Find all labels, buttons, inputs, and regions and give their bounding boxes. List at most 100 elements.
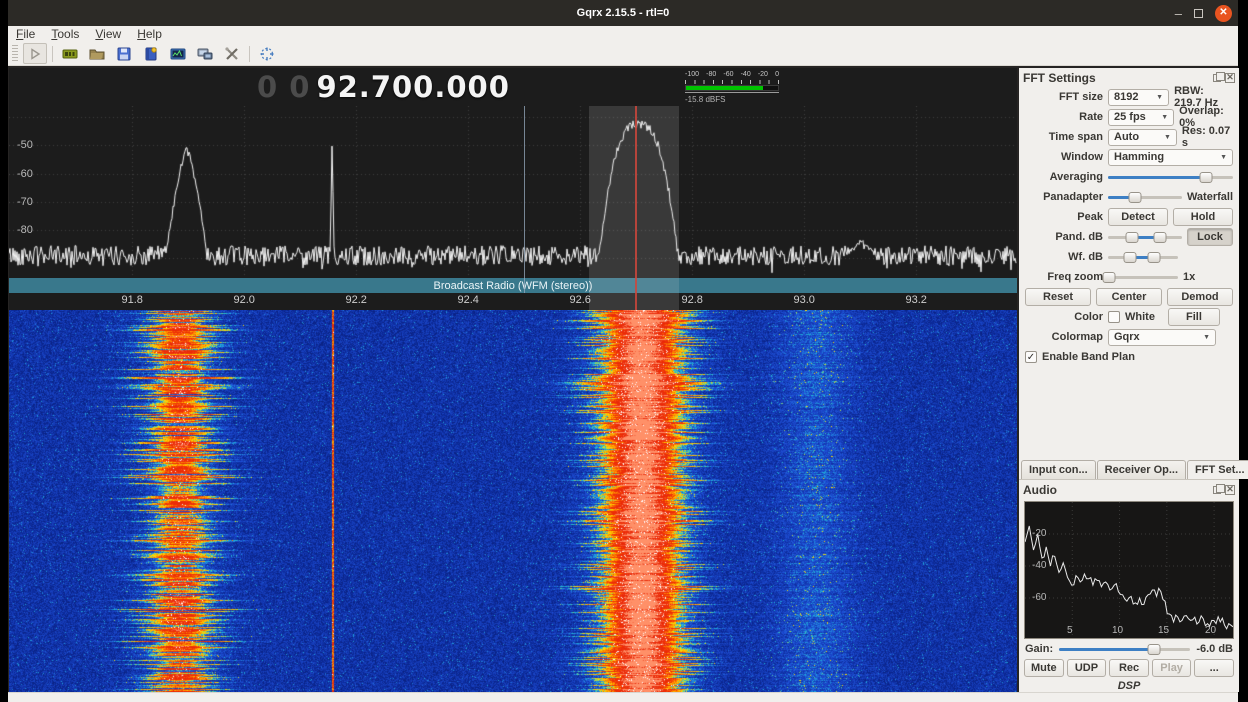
dock-float-icon[interactable] bbox=[1213, 74, 1221, 82]
gain-slider[interactable] bbox=[1059, 642, 1190, 656]
main-area: 0 092.700.000 -100-80-60-40-200 -15.8 dB… bbox=[8, 66, 1238, 692]
menu-view[interactable]: View bbox=[95, 27, 121, 41]
minimize-button[interactable]: – bbox=[1175, 7, 1182, 20]
window-title: Gqrx 2.15.5 - rtl=0 bbox=[577, 7, 670, 19]
titlebar[interactable]: Gqrx 2.15.5 - rtl=0 – ✕ bbox=[8, 0, 1238, 26]
pand-db-range-slider[interactable] bbox=[1108, 230, 1182, 244]
fill-button[interactable]: Fill bbox=[1168, 308, 1220, 326]
averaging-slider[interactable] bbox=[1108, 170, 1233, 184]
wf-db-range-slider[interactable] bbox=[1108, 250, 1178, 264]
frequency-display-row: 0 092.700.000 -100-80-60-40-200 -15.8 dB… bbox=[9, 68, 1017, 106]
peak-row: Peak Detect Hold bbox=[1019, 207, 1239, 227]
center-button[interactable]: Center bbox=[1096, 288, 1162, 306]
db-axis-label: -80 bbox=[17, 224, 33, 236]
frequency-leading-zeros: 0 0 bbox=[257, 70, 310, 104]
freq-axis-label: 93.0 bbox=[793, 294, 814, 306]
window-combo[interactable]: Hamming▼ bbox=[1108, 149, 1233, 166]
signal-meter: -100-80-60-40-200 -15.8 dBFS bbox=[685, 71, 779, 104]
audio-khz-label: 20 bbox=[1205, 625, 1216, 636]
colormap-combo[interactable]: Gqrx▼ bbox=[1108, 329, 1216, 346]
device-config-button[interactable] bbox=[58, 43, 82, 64]
remote-control-button[interactable] bbox=[193, 43, 217, 64]
dock-tabs: Input con... Receiver Op... FFT Set... bbox=[1019, 458, 1239, 480]
fft-display-button[interactable] bbox=[166, 43, 190, 64]
bookmarks-button[interactable] bbox=[139, 43, 163, 64]
audio-khz-label: 15 bbox=[1158, 625, 1169, 636]
peak-detect-button[interactable]: Detect bbox=[1108, 208, 1168, 226]
spectrum-display-icon bbox=[169, 46, 187, 62]
freq-zoom-slider[interactable] bbox=[1108, 270, 1178, 284]
tab-receiver-options[interactable]: Receiver Op... bbox=[1097, 460, 1186, 479]
close-button[interactable]: ✕ bbox=[1215, 5, 1232, 22]
toolbar-drag-handle[interactable] bbox=[12, 45, 18, 63]
spectrum-canvas[interactable] bbox=[9, 106, 1017, 278]
maximize-button[interactable] bbox=[1194, 9, 1203, 18]
colormap-row: Colormap Gqrx▼ bbox=[1019, 327, 1239, 347]
mute-button[interactable]: Mute bbox=[1024, 659, 1064, 677]
waterfall-label: Waterfall bbox=[1187, 191, 1233, 203]
udp-button[interactable]: UDP bbox=[1067, 659, 1107, 677]
tab-fft-settings[interactable]: FFT Set... bbox=[1187, 460, 1248, 479]
frequency-scale[interactable]: 91.892.092.292.492.692.893.093.293.4 bbox=[9, 293, 1017, 310]
menu-help[interactable]: Help bbox=[137, 27, 162, 41]
more-button[interactable]: ... bbox=[1194, 659, 1234, 677]
dock-float-icon[interactable] bbox=[1213, 486, 1221, 494]
plot-buttons-row: Reset Center Demod bbox=[1019, 287, 1239, 307]
tools-button[interactable] bbox=[220, 43, 244, 64]
crosshair-icon bbox=[259, 46, 275, 62]
freq-zoom-value: 1x bbox=[1183, 271, 1233, 283]
band-plan-row: ✓ Enable Band Plan bbox=[1019, 347, 1239, 367]
menu-file[interactable]: File bbox=[16, 27, 35, 41]
center-crosshair-button[interactable] bbox=[255, 43, 279, 64]
meter-tickmarks bbox=[685, 80, 779, 84]
gain-value: -6.0 dB bbox=[1196, 643, 1233, 655]
waterfall-canvas[interactable] bbox=[9, 310, 1017, 692]
menubar: File Tools View Help bbox=[8, 26, 1238, 42]
dsp-label: DSP bbox=[1019, 677, 1239, 692]
db-axis-label: -50 bbox=[17, 139, 33, 151]
time-span-combo[interactable]: Auto▼ bbox=[1108, 129, 1177, 146]
folder-open-icon bbox=[88, 46, 106, 62]
chevron-down-icon: ▼ bbox=[1220, 154, 1227, 161]
averaging-row: Averaging bbox=[1019, 167, 1239, 187]
freq-axis-label: 92.8 bbox=[681, 294, 702, 306]
gqrx-window: Gqrx 2.15.5 - rtl=0 – ✕ File Tools View … bbox=[8, 0, 1238, 698]
chevron-down-icon: ▼ bbox=[1156, 94, 1163, 101]
save-file-button[interactable] bbox=[112, 43, 136, 64]
demod-button[interactable]: Demod bbox=[1167, 288, 1233, 306]
white-checkbox[interactable] bbox=[1108, 311, 1120, 323]
fft-size-row: FFT size 8192▼ RBW: 219.7 Hz bbox=[1019, 87, 1239, 107]
lock-button[interactable]: Lock bbox=[1187, 228, 1233, 246]
audio-fft-trace bbox=[1025, 502, 1233, 638]
rate-combo[interactable]: 25 fps▼ bbox=[1108, 109, 1174, 126]
dock-close-icon[interactable]: ✕ bbox=[1225, 73, 1235, 83]
dock-close-icon[interactable]: ✕ bbox=[1225, 485, 1235, 495]
pan-waterfall-split-row: Panadapter Waterfall bbox=[1019, 187, 1239, 207]
menu-tools[interactable]: Tools bbox=[51, 27, 79, 41]
meter-bar bbox=[685, 85, 779, 91]
enable-band-plan-checkbox[interactable]: ✓ bbox=[1025, 351, 1037, 363]
rate-row: Rate 25 fps▼ Overlap: 0% bbox=[1019, 107, 1239, 127]
chevron-down-icon: ▼ bbox=[1203, 334, 1210, 341]
start-dsp-button[interactable] bbox=[23, 43, 47, 64]
chevron-down-icon: ▼ bbox=[1161, 114, 1168, 121]
peak-hold-button[interactable]: Hold bbox=[1173, 208, 1233, 226]
color-row: Color White Fill bbox=[1019, 307, 1239, 327]
panadapter[interactable]: -50 -60 -70 -80 bbox=[9, 106, 1017, 278]
split-slider[interactable] bbox=[1108, 190, 1182, 204]
demod-filter-overlay[interactable] bbox=[589, 106, 679, 310]
time-span-row: Time span Auto▼ Res: 0.07 s bbox=[1019, 127, 1239, 147]
tuning-line[interactable] bbox=[635, 106, 637, 310]
reset-button[interactable]: Reset bbox=[1025, 288, 1091, 306]
waterfall[interactable] bbox=[9, 310, 1017, 692]
open-file-button[interactable] bbox=[85, 43, 109, 64]
frequency-display[interactable]: 0 092.700.000 bbox=[257, 70, 510, 104]
audio-khz-label: 10 bbox=[1112, 625, 1123, 636]
tab-input-controls[interactable]: Input con... bbox=[1021, 460, 1096, 479]
db-axis-label: -70 bbox=[17, 196, 33, 208]
audio-buttons: Mute UDP Rec Play ... bbox=[1019, 659, 1239, 677]
audio-db-label: -40 bbox=[1032, 560, 1046, 571]
rec-button[interactable]: Rec bbox=[1109, 659, 1149, 677]
res-info: Res: 0.07 s bbox=[1182, 125, 1233, 149]
fft-size-combo[interactable]: 8192▼ bbox=[1108, 89, 1169, 106]
